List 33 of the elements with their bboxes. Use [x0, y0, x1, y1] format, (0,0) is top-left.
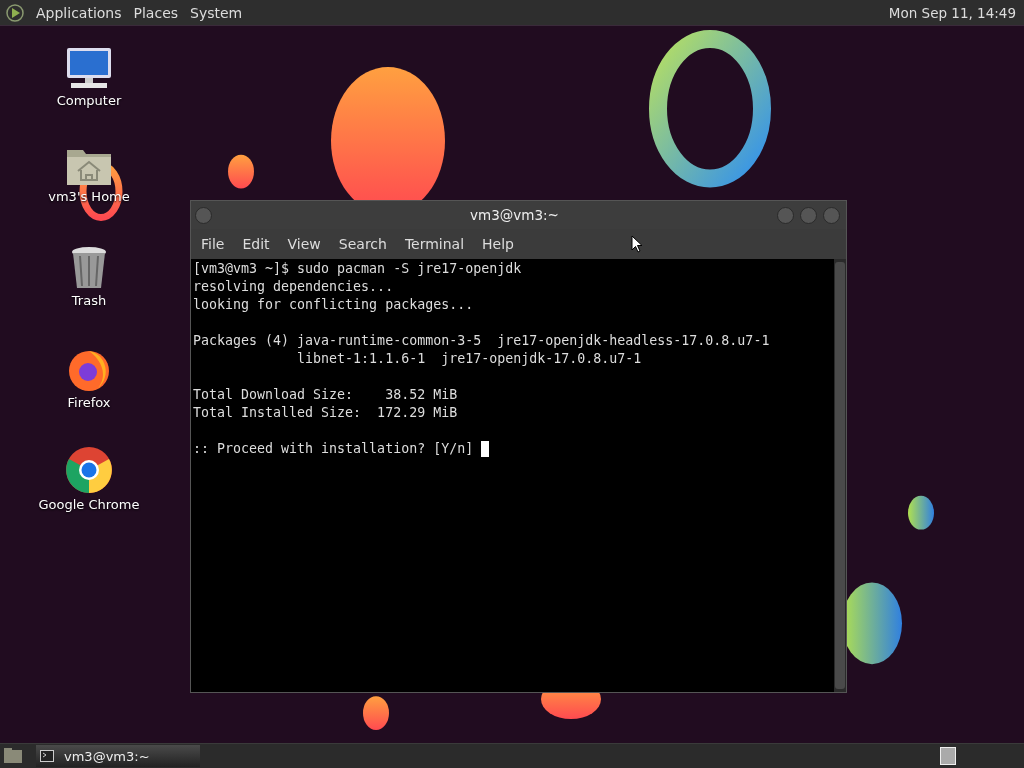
- desktop-icon-label[interactable]: Computer: [56, 93, 122, 108]
- mouse-pointer-icon: [631, 235, 643, 253]
- clock[interactable]: Mon Sep 11, 14:49: [888, 4, 1016, 21]
- terminal-line: Total Download Size: 38.52 MiB: [193, 386, 458, 404]
- terminal-line: :: Proceed with installation? [Y/n]: [193, 440, 475, 458]
- desktop-icon-label[interactable]: Google Chrome: [38, 497, 140, 512]
- terminal-icon: [40, 750, 54, 762]
- desktop-icon-label[interactable]: Trash: [71, 293, 107, 308]
- panel-menu[interactable]: Places: [129, 4, 187, 21]
- chrome-icon[interactable]: [65, 446, 113, 494]
- panel-menu[interactable]: System: [186, 4, 251, 21]
- computer-icon[interactable]: [65, 46, 113, 90]
- menu-item[interactable]: Terminal: [404, 236, 465, 252]
- menu-item[interactable]: Search: [338, 236, 387, 252]
- desktop-icon-label[interactable]: Firefox: [67, 395, 111, 410]
- menu-item[interactable]: Help: [482, 236, 514, 252]
- taskbar-button[interactable]: vm3@vm3:~: [36, 745, 200, 767]
- panel-menu[interactable]: Applications: [32, 4, 130, 21]
- window-title: vm3@vm3:~: [469, 207, 560, 223]
- trash-icon[interactable]: [70, 246, 108, 290]
- terminal-line: looking for conflicting packages...: [193, 296, 474, 314]
- terminal-line: libnet-1:1.1.6-1 jre17-openjdk-17.0.8.u7-1: [296, 350, 642, 368]
- menu-item[interactable]: Edit: [242, 236, 270, 252]
- terminal-line: Packages (4) java-runtime-common-3-5 jre17-openjdk-headless-17.0.8.u7-1: [193, 332, 770, 350]
- show-desktop-icon[interactable]: [2, 747, 24, 765]
- workspace-switcher[interactable]: [940, 747, 956, 765]
- menu-item[interactable]: File: [201, 236, 225, 252]
- terminal-line: resolving dependencies...: [193, 278, 394, 296]
- menu-item[interactable]: View: [287, 236, 321, 252]
- text-cursor: [481, 441, 490, 457]
- terminal-line: [vm3@vm3 ~]$ sudo pacman -S jre17-openjdk: [193, 260, 522, 278]
- terminal-line: Total Installed Size: 172.29 MiB: [193, 404, 458, 422]
- menu-logo-icon[interactable]: [6, 3, 24, 22]
